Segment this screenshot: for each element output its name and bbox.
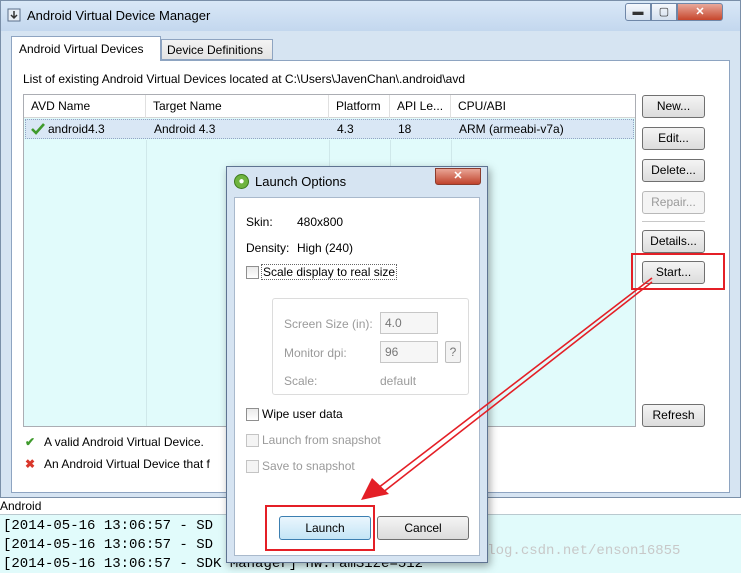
- scale-display-label[interactable]: Scale display to real size: [261, 264, 398, 280]
- legend-valid: ✔ A valid Android Virtual Device.: [25, 435, 204, 449]
- android-sdk-icon: [7, 8, 21, 22]
- maximize-button[interactable]: ▢: [651, 3, 677, 21]
- column-cpu-abi[interactable]: CPU/ABI: [451, 95, 635, 118]
- launch-from-snapshot-label[interactable]: Launch from snapshot: [262, 433, 381, 447]
- scale-value: default: [380, 374, 417, 388]
- cancel-button[interactable]: Cancel: [377, 516, 469, 540]
- avd-list-caption: List of existing Android Virtual Devices…: [23, 72, 466, 86]
- tab-device-definitions[interactable]: Device Definitions: [161, 39, 273, 60]
- valid-check-icon: ✔: [25, 435, 36, 449]
- minimize-button[interactable]: ▬: [625, 3, 651, 21]
- save-to-snapshot-label[interactable]: Save to snapshot: [262, 459, 355, 473]
- log-line: [2014-05-16 13:06:57 - SD: [3, 537, 214, 553]
- wipe-user-data-checkbox[interactable]: [246, 408, 259, 421]
- repair-button[interactable]: Repair...: [642, 191, 705, 214]
- button-separator: [642, 221, 705, 222]
- skin-value: 480x800: [297, 215, 344, 229]
- window-title: Android Virtual Device Manager: [27, 8, 211, 23]
- skin-label: Skin:: [246, 215, 273, 229]
- table-header: AVD Name Target Name Platform API Le... …: [24, 95, 635, 118]
- table-row[interactable]: android4.3 Android 4.3 4.3 18 ARM (armea…: [25, 119, 634, 139]
- android-icon: ●: [234, 174, 249, 189]
- density-value: High (240): [297, 241, 354, 255]
- legend-invalid-text: An Android Virtual Device that f: [44, 457, 210, 471]
- delete-button[interactable]: Delete...: [642, 159, 705, 182]
- save-to-snapshot-checkbox[interactable]: [246, 460, 259, 473]
- column-platform[interactable]: Platform: [329, 95, 390, 118]
- wipe-user-data-label[interactable]: Wipe user data: [262, 407, 343, 421]
- tab-android-virtual-devices[interactable]: Android Virtual Devices: [11, 36, 161, 61]
- cpu-abi-cell: ARM (armeabi-v7a): [459, 122, 564, 136]
- column-divider: [146, 140, 147, 426]
- details-button[interactable]: Details...: [642, 230, 705, 253]
- monitor-dpi-label: Monitor dpi:: [284, 346, 347, 360]
- screen-size-label: Screen Size (in):: [284, 317, 373, 331]
- valid-check-icon: [31, 123, 45, 135]
- density-label: Density:: [246, 241, 290, 255]
- column-target-name[interactable]: Target Name: [146, 95, 329, 118]
- scale-label: Scale:: [284, 374, 318, 388]
- platform-cell: 4.3: [337, 122, 354, 136]
- launch-from-snapshot-checkbox[interactable]: [246, 434, 259, 447]
- legend-invalid: ✖ An Android Virtual Device that f: [25, 457, 210, 471]
- api-level-cell: 18: [398, 122, 412, 136]
- close-window-button[interactable]: ✕: [677, 3, 723, 21]
- launch-options-dialog: ● Launch Options ✕ Skin: 480x800 Density…: [226, 166, 488, 563]
- avd-name-cell: android4.3: [48, 122, 105, 136]
- dialog-title: Launch Options: [255, 174, 347, 189]
- dialog-body: Skin: 480x800 Density: High (240) Scale …: [234, 197, 480, 556]
- new-button[interactable]: New...: [642, 95, 705, 118]
- column-avd-name[interactable]: AVD Name: [24, 95, 146, 118]
- log-line: [2014-05-16 13:06:57 - SD: [3, 518, 214, 534]
- help-button[interactable]: ?: [445, 341, 461, 363]
- screen-size-input[interactable]: 4.0: [380, 312, 438, 334]
- start-highlight-box: [631, 253, 725, 290]
- console-label: Android: [0, 499, 42, 513]
- dialog-close-button[interactable]: ✕: [435, 168, 481, 185]
- title-bar[interactable]: Android Virtual Device Manager ▬ ▢ ✕: [1, 1, 740, 31]
- launch-highlight-box: [265, 505, 375, 551]
- refresh-button[interactable]: Refresh: [642, 404, 705, 427]
- target-name-cell: Android 4.3: [154, 122, 216, 136]
- monitor-dpi-input[interactable]: 96: [380, 341, 438, 363]
- invalid-x-icon: ✖: [25, 457, 36, 471]
- edit-button[interactable]: Edit...: [642, 127, 705, 150]
- column-api-level[interactable]: API Le...: [390, 95, 451, 118]
- scale-display-checkbox[interactable]: [246, 266, 259, 279]
- legend-valid-text: A valid Android Virtual Device.: [44, 435, 204, 449]
